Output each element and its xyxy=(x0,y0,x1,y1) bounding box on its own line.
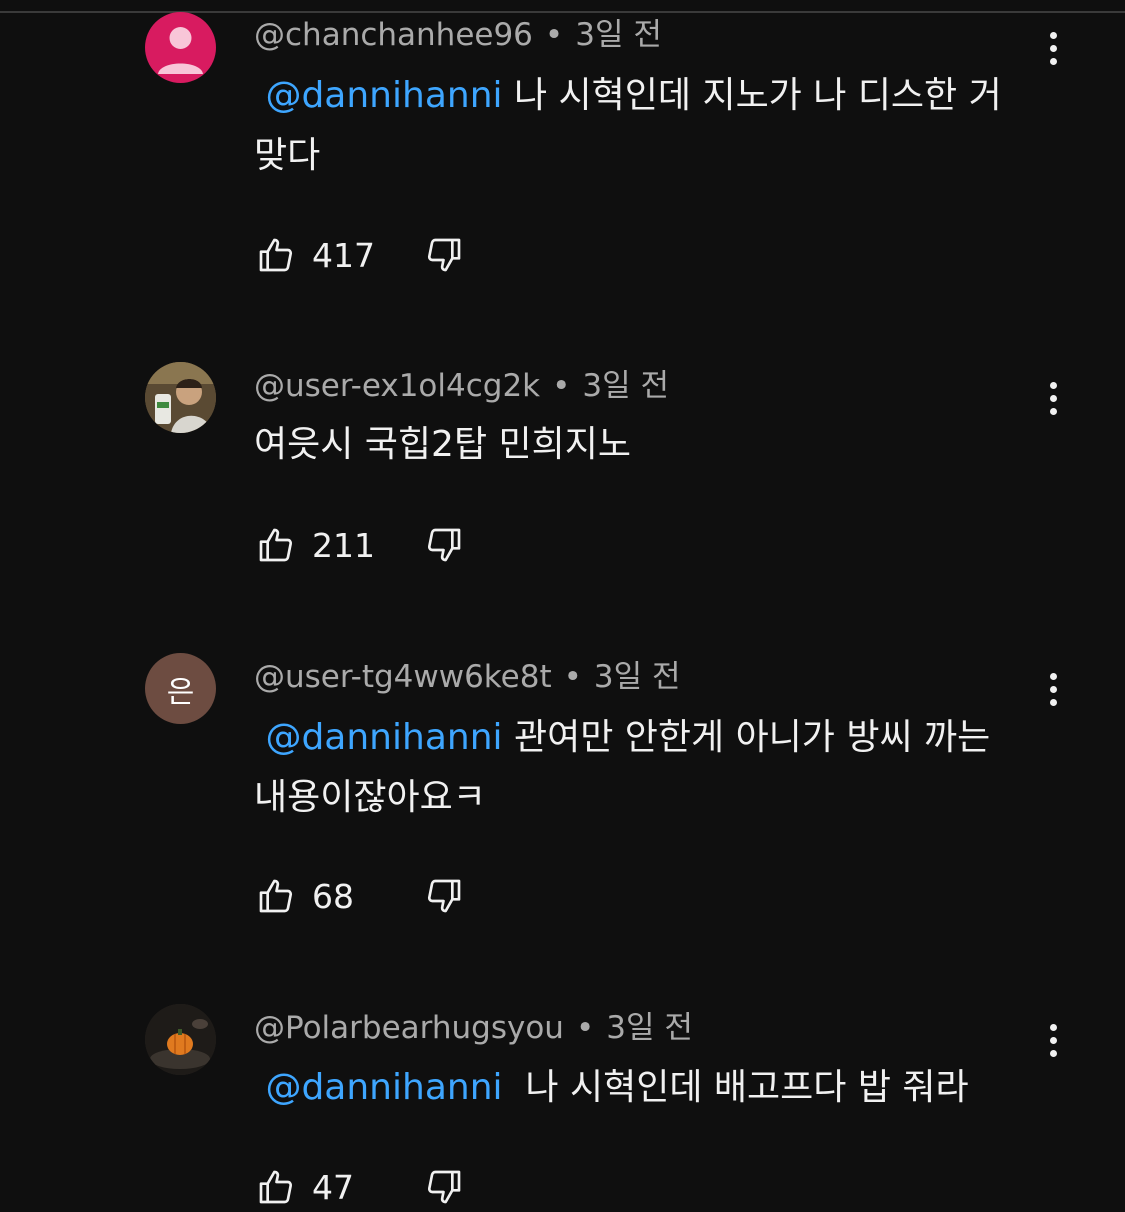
like-button[interactable] xyxy=(254,523,298,567)
avatar[interactable] xyxy=(145,1004,216,1075)
more-dot-icon xyxy=(1049,1036,1057,1044)
comment-author[interactable]: @user-tg4ww6ke8t xyxy=(254,659,552,695)
thumbs-down-icon xyxy=(427,528,461,562)
thumbs-down-icon xyxy=(427,1170,461,1204)
comment-text: @dannihanni 나 시혁인데 지노가 나 디스한 거 맞다 xyxy=(254,66,1024,186)
comment-author[interactable]: @chanchanhee96 xyxy=(254,17,533,53)
dislike-button[interactable] xyxy=(422,523,466,567)
thumbs-up-icon xyxy=(259,1170,293,1204)
more-dot-icon xyxy=(1049,407,1057,415)
mention-link[interactable]: @dannihanni xyxy=(265,75,502,116)
comment-text: @dannihanni 관여만 안한게 아니가 방씨 까는 내용이잖아요ㅋ xyxy=(254,708,1024,828)
comment-time[interactable]: 3일 전 xyxy=(606,1010,693,1046)
comment-body: 여읏시 국힙2탑 민희지노 xyxy=(254,424,631,465)
avatar-initial: 은 xyxy=(166,674,195,710)
thumbs-down-icon xyxy=(427,879,461,913)
thumbs-up-icon xyxy=(259,879,293,913)
more-dot-icon xyxy=(1049,1023,1057,1031)
mention-link[interactable]: @dannihanni xyxy=(265,1067,502,1108)
avatar[interactable] xyxy=(145,362,216,433)
separator-dot: • xyxy=(552,368,571,404)
comment-actions: 417 xyxy=(254,233,461,277)
separator-dot: • xyxy=(544,17,564,53)
more-dot-icon xyxy=(1049,44,1057,52)
separator-dot: • xyxy=(563,659,582,695)
more-dot-icon xyxy=(1049,672,1057,680)
comment-meta: @user-tg4ww6ke8t • 3일 전 xyxy=(254,658,681,696)
comment-time[interactable]: 3일 전 xyxy=(582,368,669,404)
more-options-button[interactable] xyxy=(1036,374,1070,422)
dislike-button[interactable] xyxy=(422,874,466,918)
more-options-button[interactable] xyxy=(1036,1016,1070,1064)
comment-author[interactable]: @user-ex1ol4cg2k xyxy=(254,368,540,404)
more-options-button[interactable] xyxy=(1036,24,1070,72)
comment-time[interactable]: 3일 전 xyxy=(575,17,662,53)
like-button[interactable] xyxy=(254,874,298,918)
comment-body: 나 시혁인데 배고프다 밥 줘라 xyxy=(502,1067,969,1108)
avatar[interactable] xyxy=(145,12,216,83)
more-dot-icon xyxy=(1049,685,1057,693)
comment-meta: @Polarbearhugsyou • 3일 전 xyxy=(254,1009,693,1047)
comment-actions: 47 xyxy=(254,1165,461,1209)
comment-meta: @chanchanhee96 • 3일 전 xyxy=(254,16,662,54)
comment-actions: 211 xyxy=(254,523,461,567)
like-count: 417 xyxy=(312,235,375,275)
more-dot-icon xyxy=(1049,698,1057,706)
more-dot-icon xyxy=(1049,394,1057,402)
dislike-button[interactable] xyxy=(422,1165,466,1209)
default-avatar-icon xyxy=(158,27,203,74)
mention-link[interactable]: @dannihanni xyxy=(265,717,502,758)
comment-actions: 68 xyxy=(254,874,461,918)
thumbs-up-icon xyxy=(259,238,293,272)
thumbs-down-icon xyxy=(427,238,461,272)
separator-dot: • xyxy=(575,1010,595,1046)
comment-time[interactable]: 3일 전 xyxy=(594,659,681,695)
more-dot-icon xyxy=(1049,31,1057,39)
dislike-button[interactable] xyxy=(422,233,466,277)
like-button[interactable] xyxy=(254,233,298,277)
more-dot-icon xyxy=(1049,57,1057,65)
profile-photo-icon xyxy=(145,362,216,433)
more-options-button[interactable] xyxy=(1036,665,1070,713)
like-count: 47 xyxy=(312,1167,354,1207)
like-button[interactable] xyxy=(254,1165,298,1209)
profile-photo-icon xyxy=(145,1004,216,1075)
comment-meta: @user-ex1ol4cg2k • 3일 전 xyxy=(254,367,669,405)
like-count: 68 xyxy=(312,876,354,916)
comment-author[interactable]: @Polarbearhugsyou xyxy=(254,1010,564,1046)
more-dot-icon xyxy=(1049,1049,1057,1057)
like-count: 211 xyxy=(312,525,375,565)
more-dot-icon xyxy=(1049,381,1057,389)
avatar[interactable]: 은 xyxy=(145,653,216,724)
comment-text: 여읏시 국힙2탑 민희지노 xyxy=(254,415,1024,475)
comment-text: @dannihanni 나 시혁인데 배고프다 밥 줘라 xyxy=(254,1058,1024,1118)
thumbs-up-icon xyxy=(259,528,293,562)
